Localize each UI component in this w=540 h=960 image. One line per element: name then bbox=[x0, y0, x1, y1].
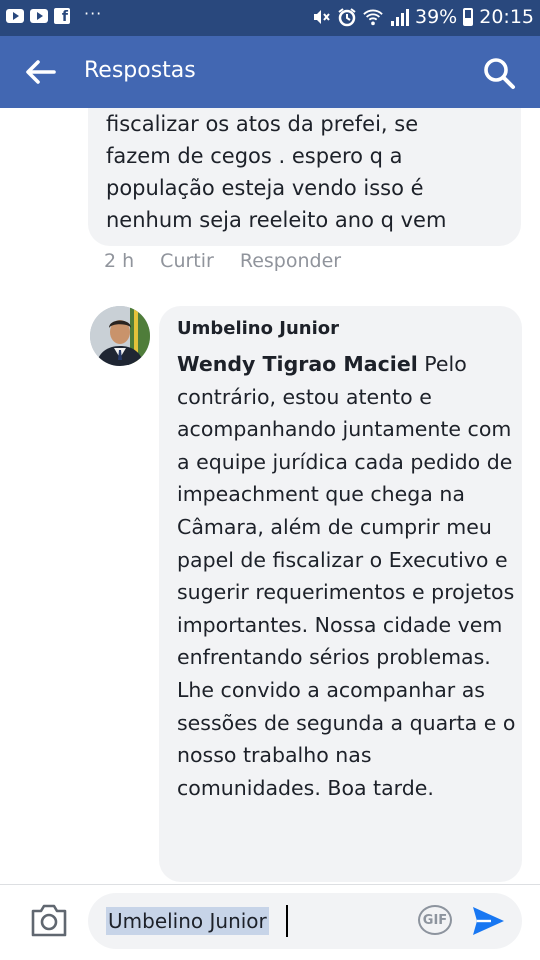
mention-link[interactable]: Wendy Tigrao Maciel bbox=[177, 352, 418, 376]
app-bar: Respostas bbox=[0, 36, 540, 108]
status-notifications: f ··· bbox=[6, 4, 102, 25]
alarm-icon bbox=[338, 8, 356, 27]
comment-timestamp: 2 h bbox=[104, 250, 135, 272]
reply-bubble: Umbelino Junior Wendy Tigrao Maciel Pelo… bbox=[159, 306, 522, 882]
battery-percent: 39% bbox=[415, 6, 458, 28]
status-bar: f ··· 39% 20:15 bbox=[0, 0, 540, 36]
youtube-notification-icon bbox=[6, 9, 24, 23]
youtube-notification-icon bbox=[30, 9, 48, 23]
send-icon[interactable] bbox=[470, 903, 506, 939]
previous-comment-bubble: fiscalizar os atos da prefei, se fazem d… bbox=[88, 108, 521, 246]
avatar-photo bbox=[90, 306, 150, 366]
arrow-left-icon[interactable] bbox=[24, 58, 56, 86]
comment-input[interactable]: Umbelino Junior GIF bbox=[88, 893, 522, 949]
reply-body: Pelo contrário, estou atento e acompanha… bbox=[177, 352, 516, 800]
previous-comment-line: fiscalizar os atos da prefei, se bbox=[106, 112, 419, 136]
mute-icon bbox=[314, 10, 330, 24]
more-notifications-indicator: ··· bbox=[84, 3, 103, 23]
facebook-notification-icon: f bbox=[54, 8, 70, 25]
previous-comment-line: nenhum seja reeleito ano q vem bbox=[106, 208, 447, 232]
like-button[interactable]: Curtir bbox=[160, 250, 214, 272]
camera-icon[interactable] bbox=[30, 902, 68, 938]
wifi-icon bbox=[363, 9, 383, 26]
status-system: 39% 20:15 bbox=[311, 6, 534, 28]
page-title: Respostas bbox=[84, 58, 196, 83]
reply-author[interactable]: Umbelino Junior bbox=[177, 318, 339, 339]
previous-comment-line: população esteja vendo isso é bbox=[106, 176, 424, 200]
gif-button[interactable]: GIF bbox=[418, 905, 452, 935]
signal-icon bbox=[391, 9, 409, 26]
reply-button[interactable]: Responder bbox=[240, 250, 341, 272]
battery-icon bbox=[463, 8, 474, 26]
search-icon[interactable] bbox=[482, 56, 516, 90]
avatar[interactable] bbox=[90, 306, 150, 366]
comment-input-value: Umbelino Junior bbox=[106, 907, 269, 935]
previous-comment-text: fiscalizar os atos da prefei, se fazem d… bbox=[106, 108, 511, 236]
reply-text: Wendy Tigrao Maciel Pelo contrário, esto… bbox=[177, 348, 517, 804]
previous-comment-line: fazem de cegos . espero q a bbox=[106, 144, 403, 168]
comment-actions: 2 h Curtir Responder bbox=[104, 250, 341, 272]
clock: 20:15 bbox=[479, 6, 534, 28]
text-cursor bbox=[286, 905, 288, 937]
